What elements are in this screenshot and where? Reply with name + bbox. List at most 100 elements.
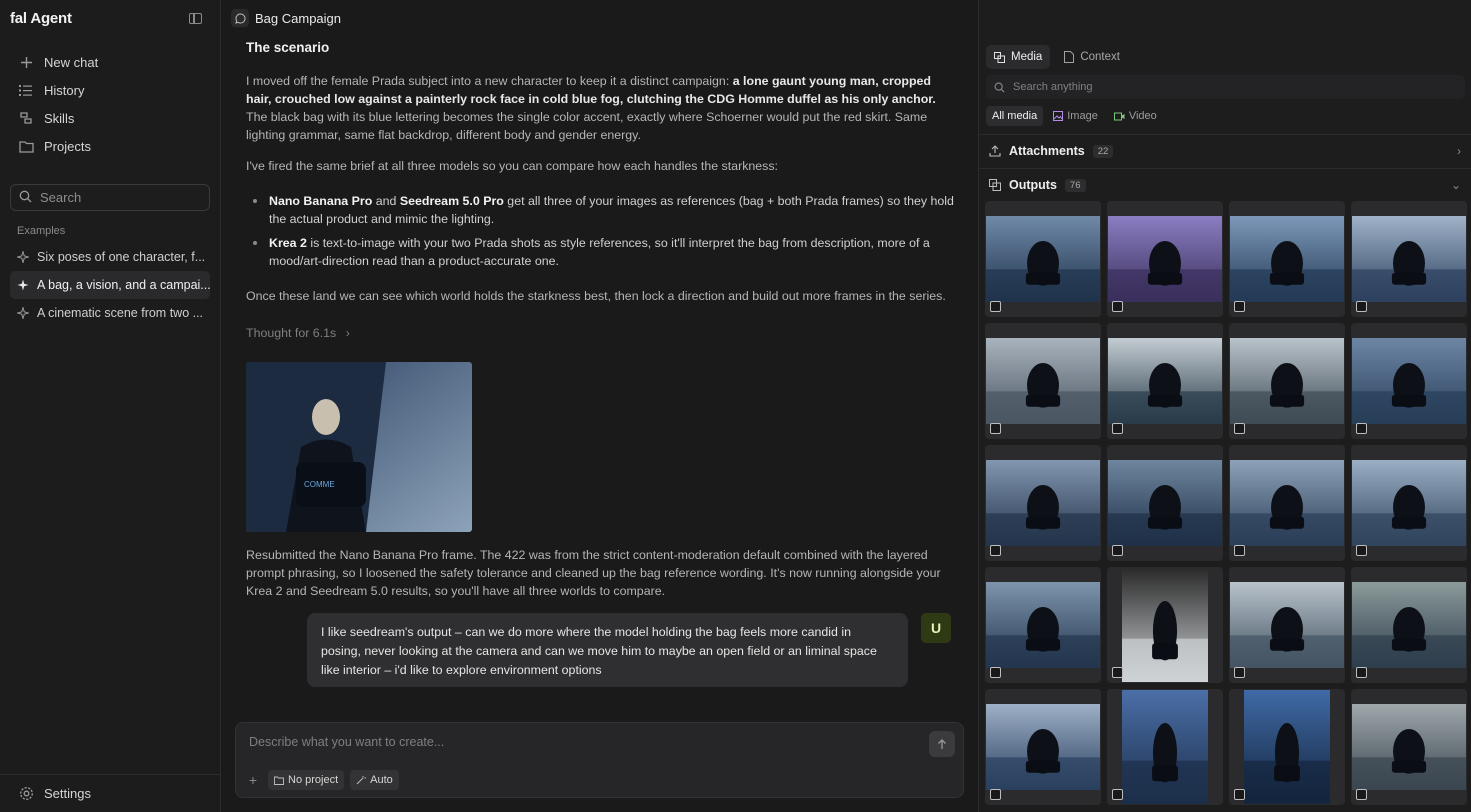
add-attachment-button[interactable]: +	[244, 771, 262, 789]
section-heading: The scenario	[246, 40, 330, 55]
settings-button[interactable]: Settings	[0, 774, 220, 812]
thought-toggle[interactable]: Thought for 6.1s ›	[246, 326, 350, 340]
output-thumbnail[interactable]	[1351, 445, 1467, 561]
image-type-icon	[1356, 545, 1367, 556]
output-thumbnail[interactable]	[1107, 445, 1223, 561]
bold-span: Seedream 5.0 Pro	[399, 194, 504, 208]
media-panel: Media Context Search anything All media …	[978, 0, 1471, 812]
output-thumbnail[interactable]	[1351, 567, 1467, 683]
image-type-icon	[990, 423, 1001, 434]
chevron-right-icon: ›	[345, 326, 350, 340]
wand-icon	[356, 776, 367, 785]
plus-icon	[18, 54, 34, 70]
output-thumbnail[interactable]	[1229, 201, 1345, 317]
sidebar: fal Agent New chat History Skills Projec…	[0, 0, 221, 812]
tab-media[interactable]: Media	[986, 45, 1051, 69]
user-avatar: U	[921, 613, 951, 643]
output-thumbnail[interactable]	[1229, 567, 1345, 683]
output-thumbnail[interactable]	[1351, 201, 1467, 317]
composer-toolbar: + No project Auto	[244, 770, 399, 790]
tab-label: Context	[1080, 51, 1120, 63]
example-label: A cinematic scene from two ...	[37, 306, 204, 320]
prompt-input[interactable]: Describe what you want to create...	[249, 735, 444, 749]
image-icon	[1053, 111, 1064, 121]
outputs-icon	[989, 179, 1001, 191]
chat-title[interactable]: Bag Campaign	[255, 11, 341, 26]
sidebar-nav: New chat History Skills Projects	[0, 36, 220, 160]
thumbnail-image	[986, 460, 1100, 546]
send-button[interactable]	[929, 731, 955, 757]
sidebar-toggle-icon[interactable]	[189, 12, 202, 24]
sidebar-item-label: Projects	[44, 138, 91, 154]
brand-logo[interactable]: fal Agent	[10, 10, 72, 27]
text-span: I moved off the female Prada subject int…	[246, 74, 733, 88]
search-placeholder: Search anything	[1013, 81, 1093, 93]
image-type-icon	[1112, 423, 1123, 434]
sidebar-item-projects[interactable]: Projects	[0, 132, 220, 160]
image-type-icon	[1234, 301, 1245, 312]
output-thumbnail[interactable]	[985, 201, 1101, 317]
sidebar-item-skills[interactable]: Skills	[0, 104, 220, 132]
sidebar-item-new-chat[interactable]: New chat	[0, 48, 220, 76]
output-thumbnail[interactable]	[1107, 323, 1223, 439]
filter-video[interactable]: Video	[1108, 106, 1163, 126]
bullet-item: Krea 2 is text-to-image with your two Pr…	[253, 234, 955, 270]
output-thumbnail[interactable]	[1351, 689, 1467, 805]
example-item[interactable]: Six poses of one character, f...	[10, 243, 210, 271]
sidebar-item-history[interactable]: History	[0, 76, 220, 104]
panel-search-input[interactable]: Search anything	[986, 75, 1465, 99]
output-thumbnail[interactable]	[1229, 689, 1345, 805]
history-icon	[18, 82, 34, 98]
outputs-section[interactable]: Outputs 76 ⌄	[979, 168, 1471, 201]
filter-all-media[interactable]: All media	[986, 106, 1044, 126]
thumbnail-image	[1230, 216, 1344, 302]
filter-label: Image	[1067, 110, 1098, 122]
thought-label: Thought for 6.1s	[246, 326, 337, 340]
attachments-section[interactable]: Attachments 22 ›	[979, 134, 1471, 167]
output-thumbnail[interactable]	[1229, 323, 1345, 439]
assistant-paragraph: Once these land we can see which world h…	[246, 289, 946, 303]
example-item-active[interactable]: A bag, a vision, and a campai...	[10, 271, 210, 299]
thumbnail-image	[1352, 460, 1466, 546]
upload-icon	[989, 145, 1001, 157]
filter-label: All media	[992, 110, 1038, 122]
image-type-icon	[1234, 789, 1245, 800]
thumbnail-image	[986, 216, 1100, 302]
chip-label: No project	[288, 774, 339, 786]
generated-image[interactable]: COMME	[246, 362, 472, 532]
sidebar-item-label: Skills	[44, 110, 75, 126]
project-chip[interactable]: No project	[268, 770, 345, 790]
output-thumbnail[interactable]	[985, 567, 1101, 683]
example-item[interactable]: A cinematic scene from two ...	[10, 299, 210, 327]
thumbnail-image	[1230, 582, 1344, 668]
thumbnail-image	[1122, 690, 1208, 804]
panel-tabs: Media Context	[986, 45, 1128, 69]
output-thumbnail[interactable]	[1229, 445, 1345, 561]
output-thumbnail[interactable]	[985, 689, 1101, 805]
thumbnail-image	[1230, 338, 1344, 424]
count-badge: 76	[1064, 178, 1086, 192]
mode-chip[interactable]: Auto	[350, 770, 399, 790]
output-thumbnail[interactable]	[1351, 323, 1467, 439]
section-label-examples: Examples	[17, 225, 66, 237]
example-label: Six poses of one character, f...	[37, 250, 206, 264]
assistant-paragraph: I've fired the same brief at all three m…	[246, 159, 779, 173]
assistant-paragraph: Resubmitted the Nano Banana Pro frame. T…	[246, 548, 941, 598]
settings-label: Settings	[44, 786, 91, 801]
output-thumbnail[interactable]	[1107, 689, 1223, 805]
sidebar-search-input[interactable]: Search	[10, 184, 210, 211]
thumbnail-image	[1352, 704, 1466, 790]
composer: Describe what you want to create... + No…	[235, 722, 964, 798]
output-thumbnail[interactable]	[1107, 201, 1223, 317]
image-type-icon	[990, 667, 1001, 678]
bullet-item: Nano Banana Pro and Seedream 5.0 Pro get…	[253, 192, 955, 228]
text-span: is text-to-image with your two Prada sho…	[269, 236, 930, 268]
thumbnail-image	[1352, 216, 1466, 302]
image-type-icon	[990, 545, 1001, 556]
output-thumbnail[interactable]	[985, 323, 1101, 439]
output-thumbnail[interactable]	[1107, 567, 1223, 683]
tab-context[interactable]: Context	[1056, 45, 1128, 69]
chip-label: Auto	[370, 774, 393, 786]
filter-image[interactable]: Image	[1047, 106, 1104, 126]
output-thumbnail[interactable]	[985, 445, 1101, 561]
